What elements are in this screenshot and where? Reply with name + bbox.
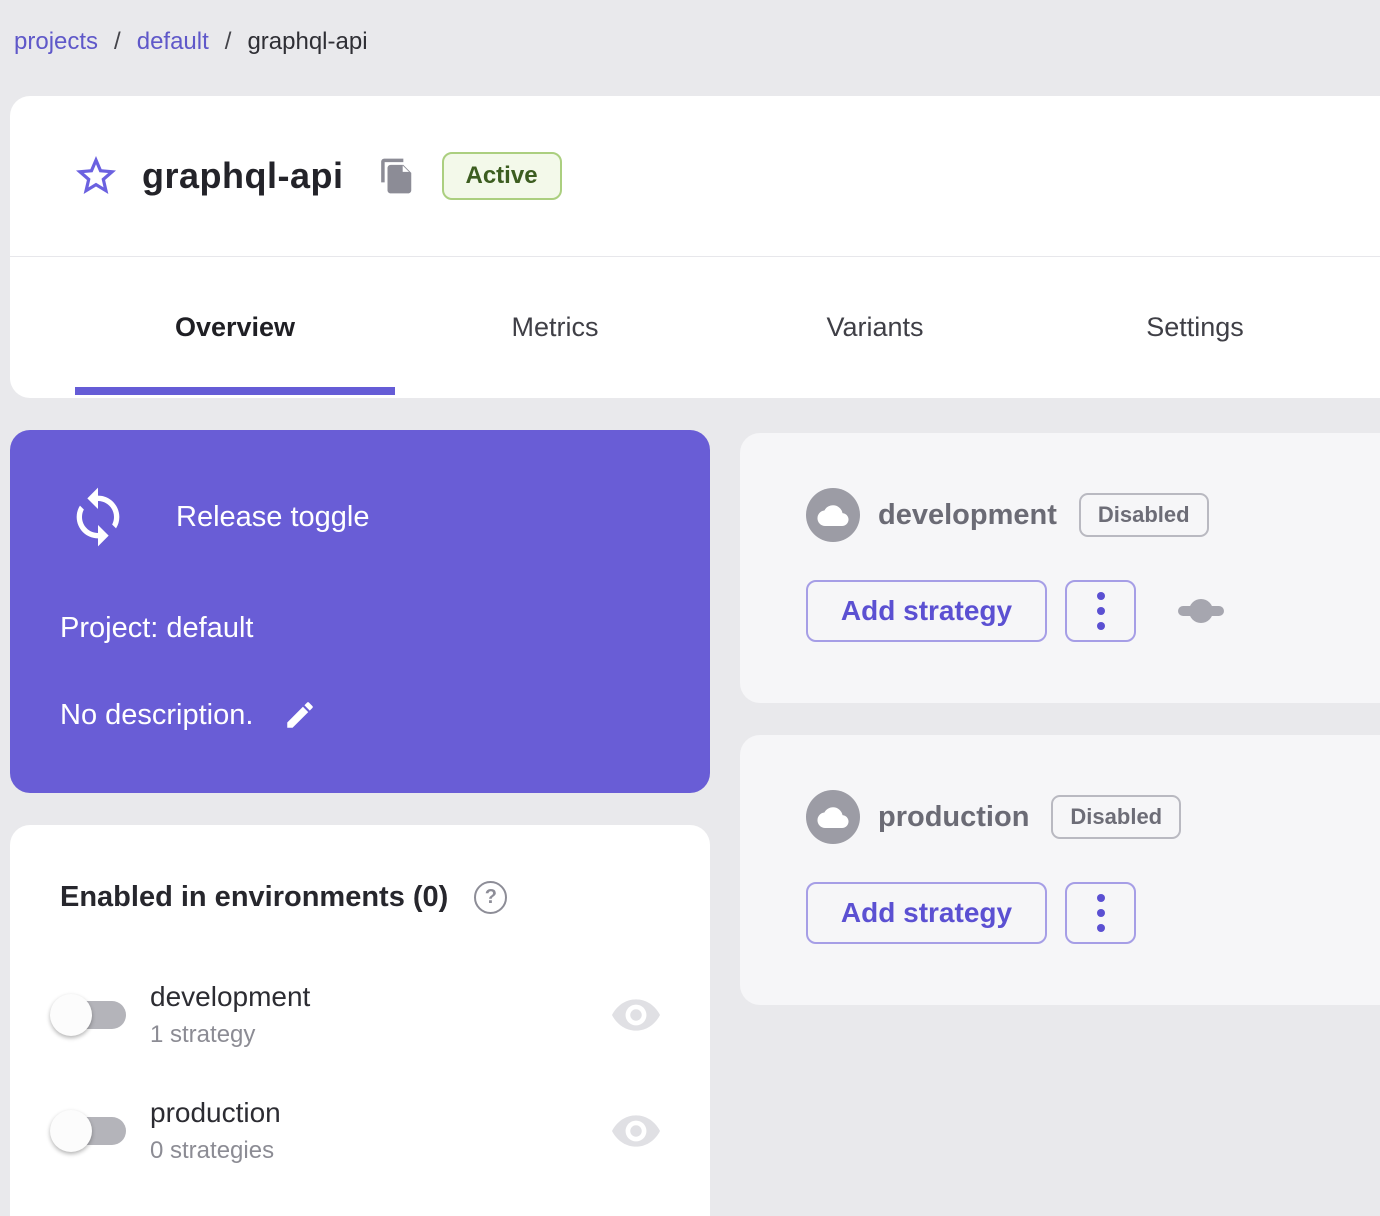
eye-icon[interactable] xyxy=(612,1115,660,1147)
loop-arrows-icon xyxy=(76,487,120,547)
add-strategy-button[interactable]: Add strategy xyxy=(806,882,1047,944)
environment-toggle-row-production: production 0 strategies xyxy=(10,1089,710,1173)
environment-row-name: production xyxy=(150,1097,281,1128)
eye-icon[interactable] xyxy=(612,999,660,1031)
environment-row-name: development xyxy=(150,981,311,1012)
page-title: graphql-api xyxy=(142,155,344,196)
toggle-type-card: Release toggle Project: default No descr… xyxy=(10,430,710,793)
environment-row-labels: development 1 strategy xyxy=(150,981,310,1049)
cloud-icon xyxy=(817,807,849,828)
environment-avatar xyxy=(806,790,860,844)
slider-icon xyxy=(1178,599,1224,623)
enabled-environments-card: Enabled in environments (0) ? developmen… xyxy=(10,825,710,1216)
environment-status-chip: Disabled xyxy=(1051,795,1182,839)
description-label: No description. xyxy=(60,698,254,731)
tabs: Overview Metrics Variants Settings xyxy=(10,257,1380,397)
active-tab-indicator xyxy=(75,387,395,395)
environment-header: development Disabled xyxy=(806,488,1209,542)
enabled-environments-title: Enabled in environments (0) xyxy=(60,881,449,913)
kebab-menu-icon[interactable] xyxy=(1065,882,1136,944)
breadcrumb-current: graphql-api xyxy=(247,28,368,55)
environment-avatar xyxy=(806,488,860,542)
environment-row-labels: production 0 strategies xyxy=(150,1097,281,1165)
environment-status-chip: Disabled xyxy=(1078,493,1209,537)
toggle-type-label: Release toggle xyxy=(176,500,370,533)
breadcrumb: projects / default / graphql-api xyxy=(14,28,368,56)
environment-row-strategies: 1 strategy xyxy=(150,1021,256,1048)
environment-card-development: development Disabled Add strategy xyxy=(740,433,1380,703)
question-mark-circle-icon[interactable]: ? xyxy=(474,881,508,914)
breadcrumb-projects-link[interactable]: projects xyxy=(14,28,98,56)
environment-card-production: production Disabled Add strategy xyxy=(740,735,1380,1005)
add-strategy-button[interactable]: Add strategy xyxy=(806,580,1047,642)
feature-header-card: graphql-api Active Overview Metrics Vari… xyxy=(10,96,1380,398)
environment-actions: Add strategy xyxy=(806,580,1224,642)
environment-name: production xyxy=(878,800,1030,833)
environment-row-strategies: 0 strategies xyxy=(150,1137,275,1164)
project-label: Project: default xyxy=(60,612,254,644)
tab-settings[interactable]: Settings xyxy=(1035,257,1355,397)
environment-header: production Disabled xyxy=(806,790,1182,844)
environment-actions: Add strategy xyxy=(806,882,1136,944)
star-outline-icon[interactable] xyxy=(72,152,120,200)
environment-name: development xyxy=(878,498,1057,531)
feature-title-row: graphql-api Active xyxy=(10,96,1380,257)
breadcrumb-separator: / xyxy=(224,28,232,55)
cloud-icon xyxy=(817,505,849,526)
environment-toggle-row-development: development 1 strategy xyxy=(10,973,710,1057)
copy-icon[interactable] xyxy=(378,157,416,195)
tab-overview[interactable]: Overview xyxy=(75,257,395,397)
toggle-type-row: Release toggle xyxy=(66,482,369,552)
kebab-menu-icon[interactable] xyxy=(1065,580,1136,642)
pencil-icon[interactable] xyxy=(283,698,317,732)
tab-metrics[interactable]: Metrics xyxy=(395,257,715,397)
breadcrumb-separator: / xyxy=(114,28,121,55)
tab-variants[interactable]: Variants xyxy=(715,257,1035,397)
description-row: No description. xyxy=(60,698,317,732)
environment-toggle-switch[interactable] xyxy=(50,992,136,1038)
breadcrumb-default-link[interactable]: default xyxy=(137,28,209,56)
status-badge: Active xyxy=(441,152,562,200)
environment-toggle-switch[interactable] xyxy=(50,1108,136,1154)
enabled-environments-header: Enabled in environments (0) ? xyxy=(60,881,508,914)
